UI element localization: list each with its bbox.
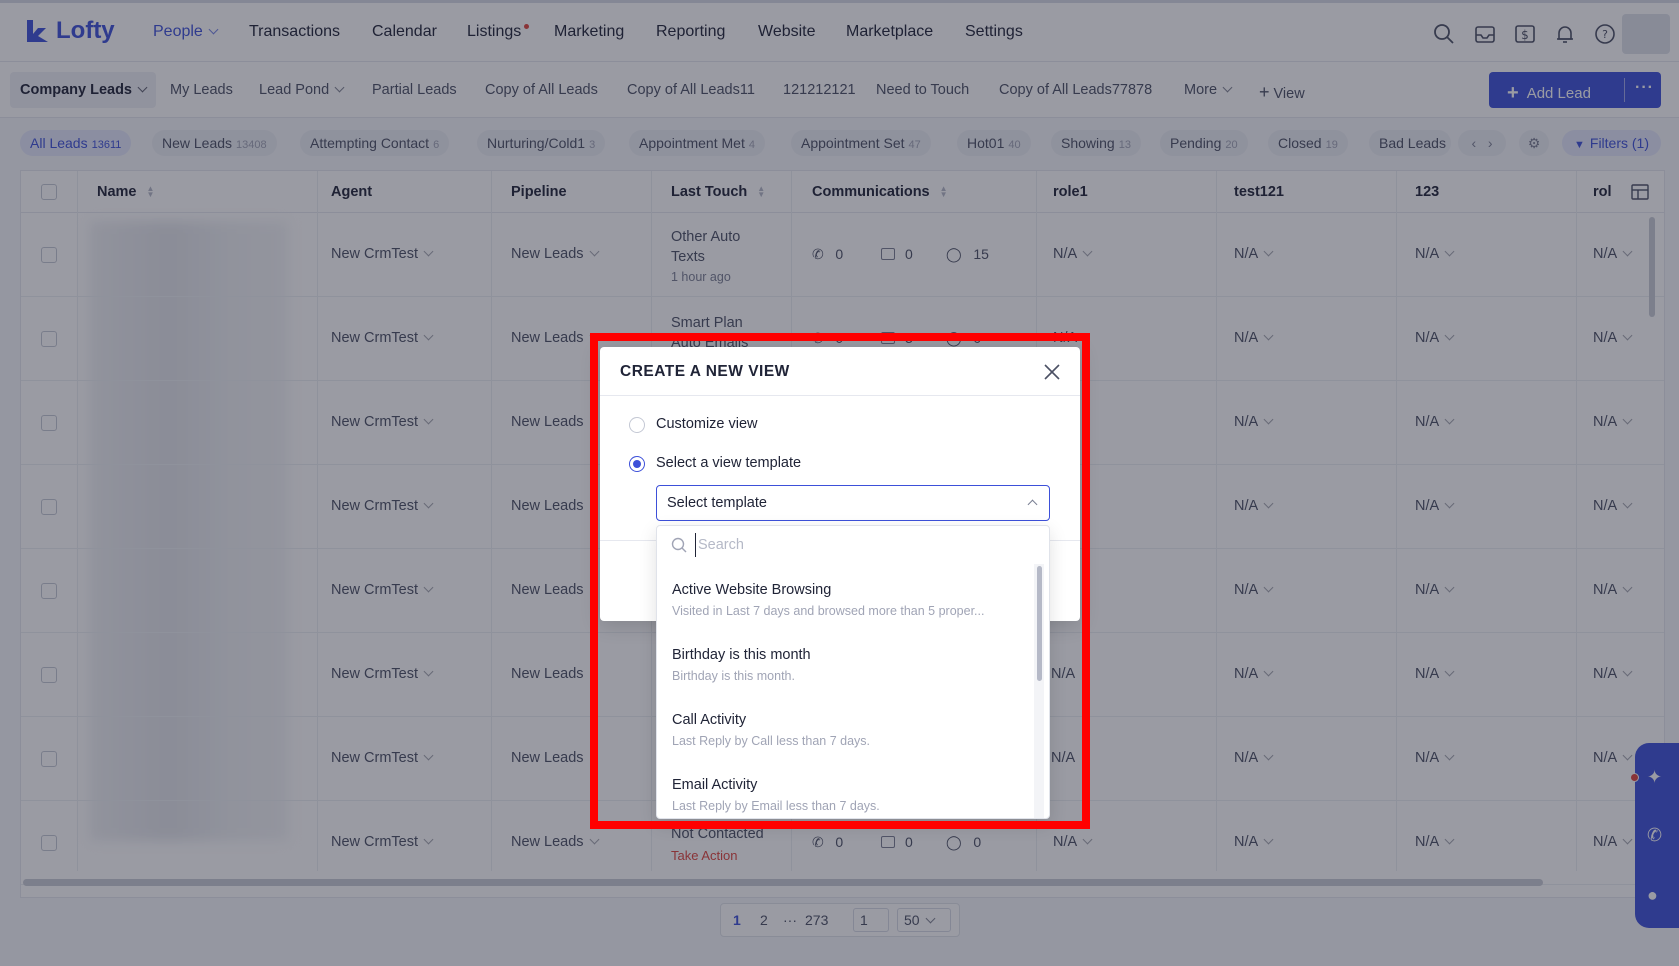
highlight-box (590, 333, 1090, 829)
